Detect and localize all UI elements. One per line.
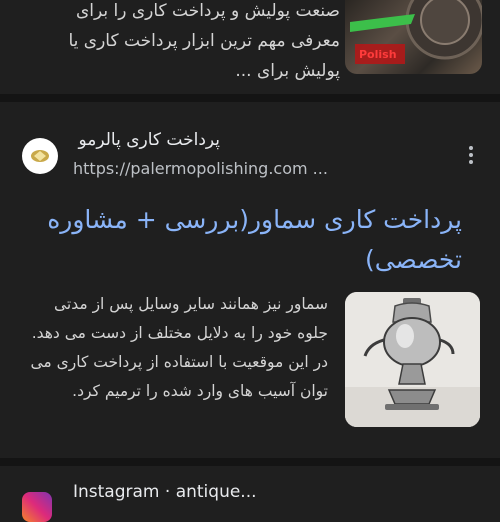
- result-snippet: صنعت پولیش و پرداخت کاری را برای معرفی م…: [68, 1, 340, 81]
- palermo-logo-icon[interactable]: [22, 138, 58, 174]
- search-result-1[interactable]: صنعت پولیش و پرداخت کاری را برای معرفی م…: [0, 0, 500, 92]
- search-result-2[interactable]: پرداخت کاری پالرمو https://palermopolish…: [0, 102, 500, 458]
- instagram-icon[interactable]: [22, 492, 52, 522]
- result-snippet: سماور نیز همانند سایر وسایل پس از مدتی ج…: [30, 295, 328, 400]
- site-name[interactable]: پرداخت کاری پالرمو: [78, 130, 220, 150]
- result-separator: [0, 458, 500, 466]
- search-result-3[interactable]: Instagram · antique...: [0, 466, 500, 522]
- more-vert-icon[interactable]: [462, 144, 480, 166]
- site-name[interactable]: Instagram · antique...: [73, 482, 257, 502]
- samovar-image[interactable]: [345, 292, 480, 427]
- svg-text:Polish: Polish: [359, 48, 397, 61]
- result-thumbnail[interactable]: Polish: [345, 0, 482, 74]
- result-title-link[interactable]: پرداخت کاری سماور(بررسی + مشاوره تخصصی): [22, 200, 462, 280]
- polish-machine-image: Polish: [350, 0, 482, 64]
- result-separator: [0, 94, 500, 102]
- site-url[interactable]: https://palermopolishing.com ...: [73, 159, 328, 178]
